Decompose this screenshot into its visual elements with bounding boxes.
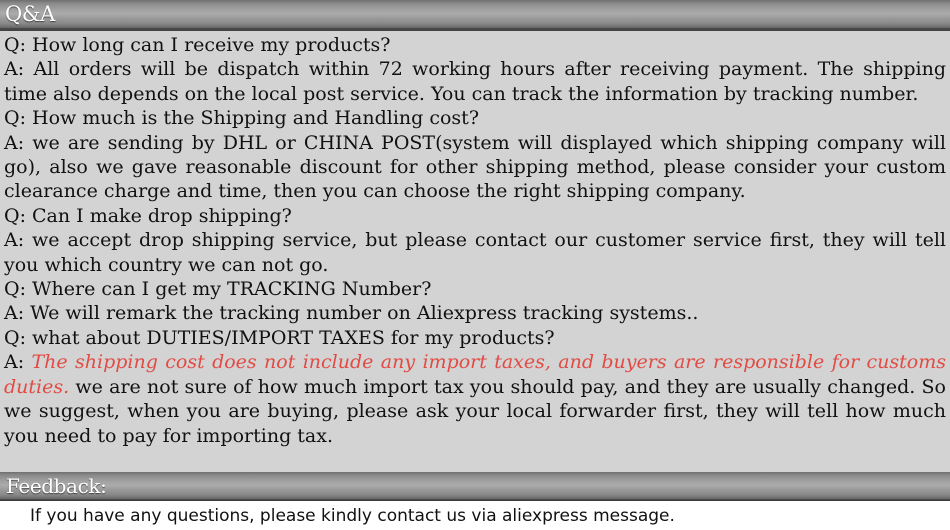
- qa-entry: Q: what about DUTIES/IMPORT TAXES for my…: [4, 326, 946, 448]
- feedback-body-text: If you have any questions, please kindly…: [30, 505, 675, 526]
- qa-entry: Q: Where can I get my TRACKING Number? A…: [4, 277, 946, 326]
- qa-question-prefix: Q:: [4, 107, 26, 130]
- qa-question-text: Can I make drop shipping?: [25, 204, 292, 227]
- qa-content-area: Q: How long can I receive my products? A…: [0, 31, 950, 472]
- qa-question-prefix: Q:: [4, 204, 26, 227]
- qa-question-line: Q: what about DUTIES/IMPORT TAXES for my…: [4, 326, 946, 350]
- feedback-section-header: Feedback:: [0, 472, 950, 501]
- qa-question-text: How long can I receive my products?: [25, 34, 391, 56]
- qa-answer-text: All orders will be dispatch within 72 wo…: [4, 58, 946, 105]
- qa-answer-line: A: The shipping cost does not include an…: [4, 350, 946, 448]
- qa-question-line: Q: Can I make drop shipping?: [4, 204, 946, 228]
- qa-answer-text: we accept drop shipping service, but ple…: [4, 229, 946, 276]
- qa-section-title: Q&A: [5, 2, 55, 26]
- qa-answer-prefix: A:: [4, 351, 25, 374]
- qa-question-text: Where can I get my TRACKING Number?: [25, 278, 432, 301]
- qa-entry: Q: How long can I receive my products? A…: [4, 33, 946, 106]
- qa-question-prefix: Q:: [4, 326, 26, 349]
- qa-entry: Q: Can I make drop shipping? A: we accep…: [4, 204, 946, 277]
- qa-answer-prefix: A:: [4, 229, 25, 252]
- qa-answer-prefix: A:: [4, 58, 25, 81]
- qa-answer-line: A: we accept drop shipping service, but …: [4, 228, 946, 277]
- qa-answer-line: A: we are sending by DHL or CHINA POST(s…: [4, 131, 946, 204]
- qa-answer-line: A: We will remark the tracking number on…: [4, 301, 946, 325]
- qa-answer-text: We will remark the tracking number on Al…: [24, 302, 699, 325]
- qa-answer-prefix: A:: [4, 131, 25, 154]
- qa-answer-prefix: A:: [4, 302, 25, 325]
- qa-question-line: Q: Where can I get my TRACKING Number?: [4, 277, 946, 301]
- qa-answer-text: we are not sure of how much import tax y…: [4, 375, 946, 447]
- qa-question-prefix: Q:: [4, 278, 26, 301]
- qa-feedback-page: Q&A Q: How long can I receive my product…: [0, 0, 950, 530]
- feedback-section-title: Feedback:: [6, 473, 107, 498]
- qa-question-line: Q: How long can I receive my products?: [4, 33, 946, 57]
- qa-question-text: How much is the Shipping and Handling co…: [25, 107, 480, 130]
- qa-answer-line: A: All orders will be dispatch within 72…: [4, 57, 946, 106]
- qa-question-prefix: Q:: [4, 34, 26, 56]
- qa-section-header: Q&A: [0, 0, 950, 31]
- qa-answer-text: we are sending by DHL or CHINA POST(syst…: [4, 131, 946, 203]
- qa-question-line: Q: How much is the Shipping and Handling…: [4, 106, 946, 130]
- qa-entry: Q: How much is the Shipping and Handling…: [4, 106, 946, 204]
- feedback-content-area: If you have any questions, please kindly…: [0, 501, 950, 530]
- qa-question-text: what about DUTIES/IMPORT TAXES for my pr…: [25, 326, 555, 349]
